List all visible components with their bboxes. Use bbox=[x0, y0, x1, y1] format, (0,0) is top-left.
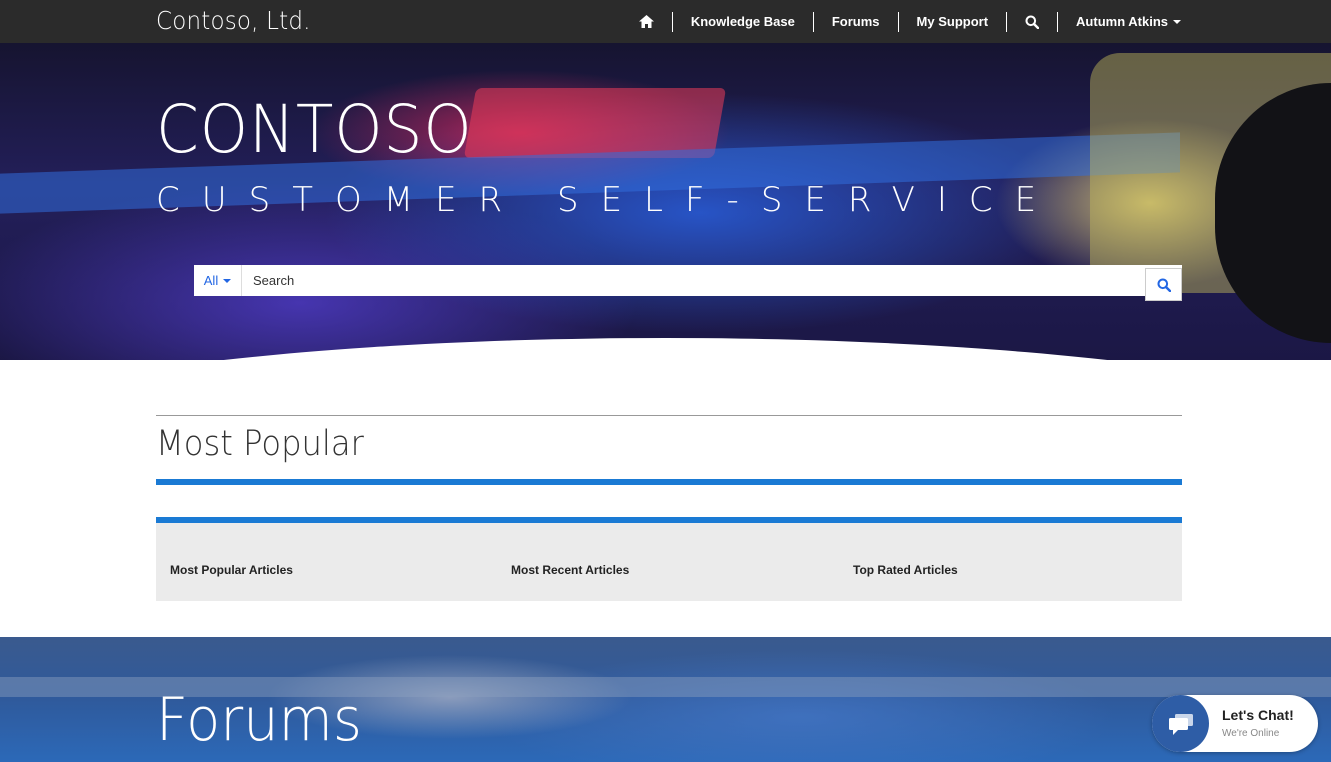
chat-bubble bbox=[1152, 695, 1209, 752]
chat-status: We're Online bbox=[1222, 728, 1280, 739]
nav-search-button[interactable] bbox=[1007, 13, 1057, 31]
caret-down-icon bbox=[223, 278, 232, 283]
brand-logo[interactable]: Contoso, Ltd. bbox=[156, 6, 311, 35]
nav-knowledge-base[interactable]: Knowledge Base bbox=[673, 13, 813, 31]
home-icon bbox=[638, 15, 654, 28]
user-menu[interactable]: Autumn Atkins bbox=[1058, 13, 1181, 31]
hero-subtitle: CUSTOMER SELF-SERVICE bbox=[156, 180, 1059, 220]
search-icon bbox=[1157, 278, 1171, 292]
search-icon bbox=[1025, 15, 1040, 29]
caret-down-icon bbox=[1173, 19, 1181, 24]
tab-most-popular-articles[interactable]: Most Popular Articles bbox=[170, 563, 293, 577]
home-link[interactable] bbox=[621, 13, 672, 31]
forums-heading: Forums bbox=[156, 685, 362, 755]
search-button[interactable] bbox=[1145, 268, 1182, 301]
hero-curve bbox=[0, 338, 1331, 360]
forums-banner: Forums bbox=[0, 637, 1331, 762]
nav-forums[interactable]: Forums bbox=[814, 13, 898, 31]
section-divider bbox=[156, 415, 1182, 416]
hero-image-detail bbox=[463, 88, 727, 158]
main-nav: Knowledge Base Forums My Support Autumn … bbox=[621, 0, 1181, 43]
search-scope-label: All bbox=[203, 273, 219, 288]
article-tabs: Most Popular Articles Most Recent Articl… bbox=[156, 517, 1182, 601]
most-popular-heading: Most Popular bbox=[156, 424, 364, 464]
hero-title: CONTOSO bbox=[156, 91, 473, 168]
user-name: Autumn Atkins bbox=[1076, 14, 1168, 29]
chat-widget[interactable]: Let's Chat! We're Online bbox=[1152, 695, 1318, 752]
tab-top-rated-articles[interactable]: Top Rated Articles bbox=[853, 563, 958, 577]
search-scope-dropdown[interactable]: All bbox=[194, 265, 242, 296]
chat-title: Let's Chat! bbox=[1222, 707, 1294, 723]
tab-most-recent-articles[interactable]: Most Recent Articles bbox=[511, 563, 629, 577]
accent-bar bbox=[156, 479, 1182, 485]
nav-my-support[interactable]: My Support bbox=[899, 13, 1007, 31]
search-bar: All bbox=[194, 265, 1182, 301]
top-navbar: Contoso, Ltd. Knowledge Base Forums My S… bbox=[0, 0, 1331, 43]
chat-icon bbox=[1168, 713, 1193, 735]
hero-banner: CONTOSO CUSTOMER SELF-SERVICE All bbox=[0, 43, 1331, 360]
search-input[interactable] bbox=[242, 265, 1145, 296]
